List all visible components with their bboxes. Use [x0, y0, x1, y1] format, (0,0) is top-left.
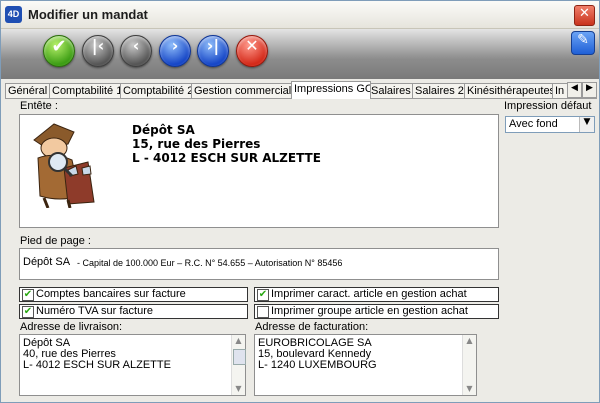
comptes-bancaires-label: Comptes bancaires sur facture [36, 288, 186, 300]
magic-wand-icon[interactable]: ✎ [571, 31, 595, 55]
previous-record-button[interactable]: ‹ [120, 35, 152, 67]
pied-de-page-details: - Capital de 100.000 Eur – R.C. N° 54.65… [77, 258, 343, 268]
tab-general[interactable]: Général [5, 83, 51, 98]
adresse-facturation-field[interactable]: EUROBRICOLAGE SA 15, boulevard Kennedy L… [254, 334, 477, 396]
numero-tva-checkbox[interactable]: ✔ Numéro TVA sur facture [19, 304, 248, 319]
checkmark-icon: ✔ [257, 289, 269, 301]
tab-scroll-left-icon[interactable]: ◀ [567, 82, 582, 98]
imprimer-caract-label: Imprimer caract. article en gestion acha… [271, 288, 467, 300]
pied-de-page-label: Pied de page : [20, 235, 91, 247]
validate-button[interactable]: ✔ [43, 35, 75, 67]
empty-checkbox-icon [257, 306, 269, 318]
scroll-down-icon[interactable]: ▼ [463, 383, 476, 395]
facturation-scrollbar[interactable]: ▲ ▼ [462, 335, 476, 395]
window-title: Modifier un mandat [28, 7, 148, 22]
tab-comptabilite-2[interactable]: Comptabilité 2 [120, 83, 193, 98]
first-record-button[interactable]: |‹ [82, 35, 114, 67]
entete-line-1: Dépôt SA [132, 123, 195, 137]
imprimer-caract-checkbox[interactable]: ✔ Imprimer caract. article en gestion ac… [254, 287, 499, 302]
checkmark-icon: ✔ [22, 289, 34, 301]
entete-text: Dépôt SA 15, rue des Pierres L - 4012 ES… [132, 123, 321, 165]
title-bar: 4D Modifier un mandat ✕ [1, 1, 599, 29]
entete-line-2: 15, rue des Pierres [132, 137, 261, 151]
checkmark-icon: ✔ [22, 306, 34, 318]
livraison-scrollbar[interactable]: ▲ ▼ [231, 335, 246, 395]
tab-bar: Général Comptabilité 1 Comptabilité 2 Ge… [5, 81, 597, 99]
toolbar: ✔ |‹ ‹ › ›| ✕ ✎ [1, 29, 599, 79]
tab-scroll-right-icon[interactable]: ▶ [582, 82, 597, 98]
imprimer-groupe-checkbox[interactable]: Imprimer groupe article en gestion achat [254, 304, 499, 319]
scroll-up-icon[interactable]: ▲ [463, 335, 476, 347]
livraison-line-3: L- 4012 ESCH SUR ALZETTE [23, 359, 171, 371]
impression-defaut-label: Impression défaut [504, 100, 592, 112]
scroll-thumb[interactable] [233, 349, 246, 365]
impressions-gc-panel: Entête : Dépôt SA 15, rue des Pierres L … [5, 98, 597, 399]
facturation-line-3: L- 1240 LUXEMBOURG [258, 359, 377, 371]
scroll-down-icon[interactable]: ▼ [232, 383, 245, 395]
adresse-livraison-label: Adresse de livraison: [20, 321, 123, 333]
tab-in[interactable]: In [552, 83, 568, 98]
cancel-button[interactable]: ✕ [236, 35, 268, 67]
adresse-livraison-text: Dépôt SA 40, rue des Pierres L- 4012 ESC… [23, 338, 171, 371]
entete-line-3: L - 4012 ESCH SUR ALZETTE [132, 151, 321, 165]
next-record-button[interactable]: › [159, 35, 191, 67]
chevron-down-icon[interactable]: ▼ [579, 117, 594, 132]
entete-label: Entête : [20, 100, 58, 112]
impression-defaut-value: Avec fond [509, 118, 558, 130]
pied-de-page-company: Dépôt SA [23, 256, 71, 268]
last-record-button[interactable]: ›| [197, 35, 229, 67]
imprimer-groupe-label: Imprimer groupe article en gestion achat [271, 305, 468, 317]
close-button[interactable]: ✕ [574, 5, 595, 26]
tab-salaires[interactable]: Salaires [368, 83, 414, 98]
tab-salaires-2[interactable]: Salaires 2 [412, 83, 466, 98]
adresse-livraison-field[interactable]: Dépôt SA 40, rue des Pierres L- 4012 ESC… [19, 334, 246, 396]
tab-impressions-gc[interactable]: Impressions GC [291, 81, 371, 99]
comptes-bancaires-checkbox[interactable]: ✔ Comptes bancaires sur facture [19, 287, 248, 302]
pied-de-page-box[interactable]: Dépôt SA - Capital de 100.000 Eur – R.C.… [19, 248, 499, 280]
window: 4D Modifier un mandat ✕ ✔ |‹ ‹ › ›| ✕ ✎ … [0, 0, 600, 403]
adresse-facturation-label: Adresse de facturation: [255, 321, 369, 333]
detective-logo-icon [33, 123, 95, 208]
impression-defaut-select[interactable]: Avec fond ▼ [505, 116, 595, 133]
numero-tva-label: Numéro TVA sur facture [36, 305, 153, 317]
entete-box[interactable]: Dépôt SA 15, rue des Pierres L - 4012 ES… [19, 114, 499, 228]
tab-comptabilite-1[interactable]: Comptabilité 1 [49, 83, 122, 98]
scroll-up-icon[interactable]: ▲ [232, 335, 245, 347]
tab-gestion-commerciale[interactable]: Gestion commerciale [191, 83, 295, 98]
tab-kinesitherapeutes[interactable]: Kinésithérapeutes [464, 83, 554, 98]
adresse-facturation-text: EUROBRICOLAGE SA 15, boulevard Kennedy L… [258, 338, 377, 371]
app-icon: 4D [5, 6, 22, 23]
